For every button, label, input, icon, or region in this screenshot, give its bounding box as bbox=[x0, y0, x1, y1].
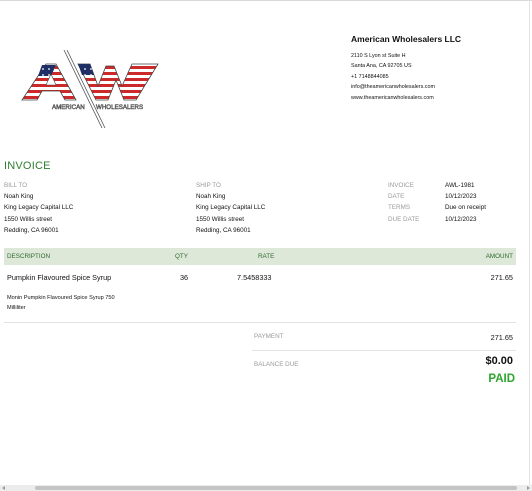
items-divider bbox=[4, 322, 516, 323]
bill-to-heading: BILL TO bbox=[4, 182, 27, 189]
company-address-line1: 2110 S Lyon st Suite H bbox=[351, 53, 406, 59]
logo-wordmark-right: WHOLESALERS bbox=[96, 104, 143, 111]
company-website[interactable]: www.theamericanwholesalers.com bbox=[351, 93, 521, 103]
meta-label: TERMS bbox=[388, 204, 411, 212]
bill-to-street: 1550 Willis street bbox=[4, 215, 52, 223]
payment-label: PAYMENT bbox=[254, 333, 284, 340]
line-item-amount: 271.65 bbox=[490, 273, 513, 282]
ship-to-heading: SHIP TO bbox=[196, 182, 221, 189]
company-phone: +1 7148844085 bbox=[351, 73, 389, 80]
company-logo: AMERICAN WHOLESALERS bbox=[16, 48, 164, 130]
line-item-qty: 36 bbox=[180, 273, 189, 282]
scroll-right-arrow-icon[interactable] bbox=[527, 486, 530, 490]
meta-label: INVOICE bbox=[388, 182, 414, 189]
company-email[interactable]: info@theamericanwholesalers.com bbox=[351, 82, 521, 92]
line-item-detail: Monin Pumpkin Flavoured Spice Syrup 750 … bbox=[7, 295, 115, 311]
meta-value: 10/12/2023 bbox=[445, 215, 477, 223]
scroll-left-arrow-icon[interactable] bbox=[2, 486, 5, 490]
line-item-name: Pumpkin Flavoured Spice Syrup bbox=[7, 273, 112, 282]
logo-wordmark-left: AMERICAN bbox=[52, 104, 85, 111]
meta-row-due-date: DUE DATE 10/12/2023 bbox=[388, 214, 486, 225]
meta-value: Due on receipt bbox=[445, 204, 486, 212]
meta-label: DATE bbox=[388, 193, 405, 201]
column-header-description: DESCRIPTION bbox=[7, 253, 51, 260]
bill-to-company: King Legacy Capital LLC bbox=[4, 204, 74, 212]
column-header-rate: RATE bbox=[258, 253, 275, 260]
ship-to-company: King Legacy Capital LLC bbox=[196, 204, 266, 212]
balance-due-label: BALANCE DUE bbox=[254, 361, 299, 368]
meta-label: DUE DATE bbox=[388, 215, 420, 223]
bill-to-name: Noah King bbox=[4, 193, 34, 201]
company-info: American Wholesalers LLC 2110 S Lyon st … bbox=[351, 34, 521, 103]
ship-to-street: 1550 Willis street bbox=[196, 215, 244, 223]
invoice-title: INVOICE bbox=[4, 160, 51, 172]
page-right-border bbox=[529, 0, 530, 491]
meta-value: 10/12/2023 bbox=[445, 193, 477, 201]
balance-due-value: $0.00 bbox=[485, 355, 513, 367]
line-item-rate: 7.5458333 bbox=[237, 273, 272, 282]
bill-to-block: BILL TO Noah King King Legacy Capital LL… bbox=[4, 180, 73, 236]
column-header-qty: QTY bbox=[175, 253, 188, 260]
ship-to-block: SHIP TO Noah King King Legacy Capital LL… bbox=[196, 180, 265, 236]
meta-row-invoice: INVOICE AWL-1981 bbox=[388, 180, 486, 191]
page-top-border bbox=[0, 0, 532, 1]
invoice-meta: INVOICE AWL-1981 DATE 10/12/2023 TERMS D… bbox=[388, 180, 486, 225]
meta-value: AWL-1981 bbox=[445, 182, 475, 189]
totals-divider bbox=[252, 350, 516, 351]
ship-to-city: Redding, CA 96001 bbox=[196, 226, 251, 234]
meta-row-terms: TERMS Due on receipt bbox=[388, 202, 486, 213]
payment-value: 271.65 bbox=[490, 333, 513, 342]
paid-status: PAID bbox=[488, 373, 515, 385]
ship-to-name: Noah King bbox=[196, 193, 226, 201]
company-name: American Wholesalers LLC bbox=[351, 34, 462, 44]
column-header-amount: AMOUNT bbox=[485, 253, 513, 260]
company-address-line2: Santa Ana, CA 92705 US bbox=[351, 63, 412, 70]
company-logo-mark: AMERICAN WHOLESALERS bbox=[21, 49, 159, 129]
scrollbar-thumb[interactable] bbox=[35, 486, 517, 490]
meta-row-date: DATE 10/12/2023 bbox=[388, 191, 486, 202]
bill-to-city: Redding, CA 96001 bbox=[4, 226, 59, 234]
